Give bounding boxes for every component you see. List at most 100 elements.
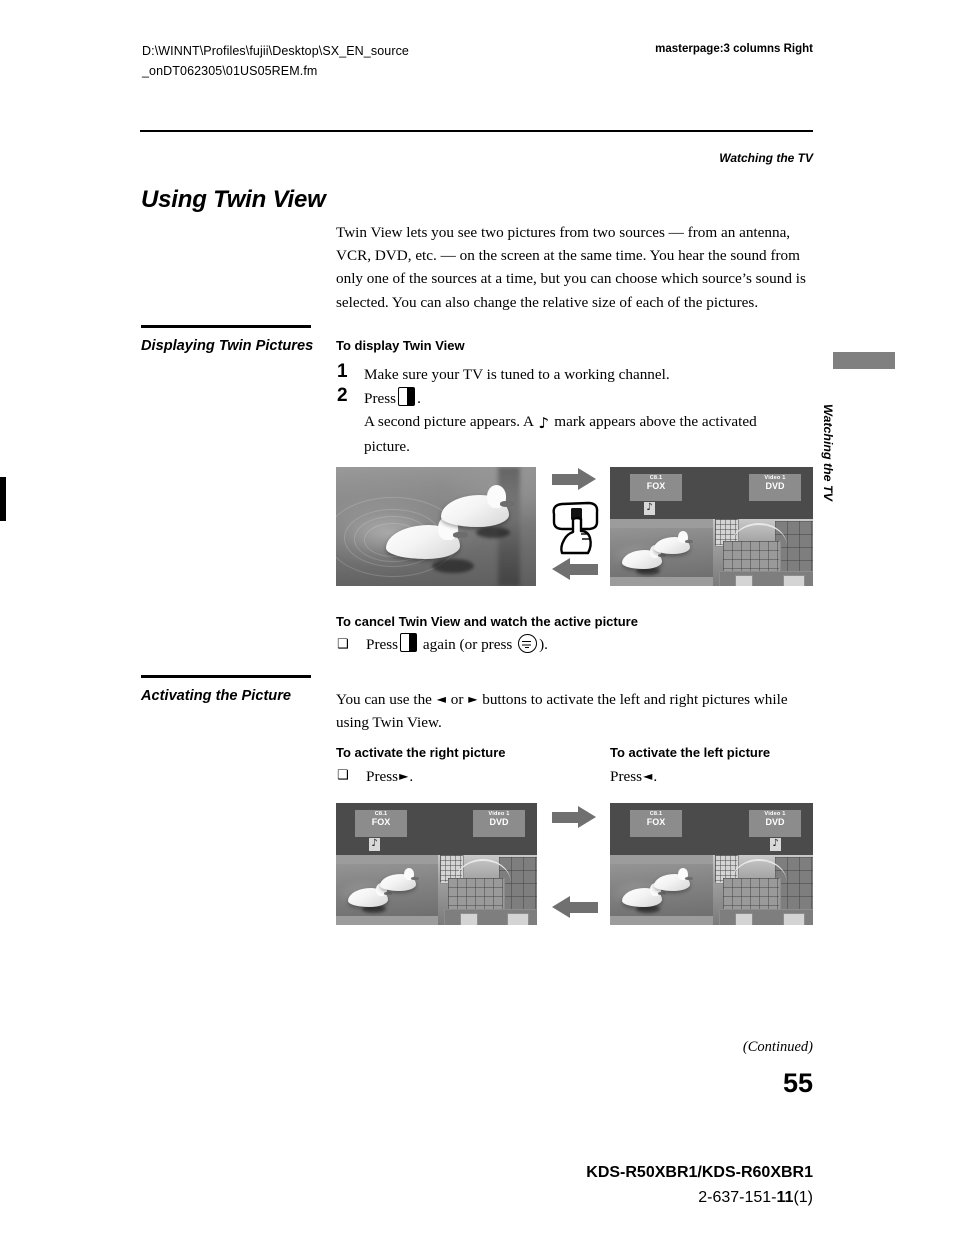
- subhead-activate-left-picture: To activate the left picture: [610, 745, 771, 760]
- tv-active-note-icon-left: ♪: [644, 502, 655, 515]
- section-heading-displaying: Displaying Twin Pictures: [141, 338, 314, 354]
- duck-back: [380, 868, 419, 891]
- activating-body-paragraph: You can use the ◄ or ► buttons to activa…: [336, 688, 814, 734]
- step-2-period: .: [417, 390, 421, 407]
- activate-right-instruction: Press►.: [366, 765, 413, 788]
- duck-front: [348, 883, 392, 907]
- running-head: Watching the TV: [719, 151, 813, 165]
- bullet-square-cancel: ❑: [337, 637, 349, 652]
- tv-left-pane-ducks: [336, 855, 438, 925]
- source-file-path-line2: _onDT062305\01US05REM.fm: [142, 64, 318, 78]
- activating-text-before: You can use the: [336, 691, 432, 708]
- footer-code-suffix: (1): [793, 1189, 813, 1206]
- step-number-2: 2: [337, 385, 348, 406]
- source-file-path-line1: D:\WINNT\Profiles\fujii\Desktop\SX_EN_so…: [142, 44, 409, 58]
- subhead-to-cancel-twin-view: To cancel Twin View and watch the active…: [336, 614, 638, 629]
- activating-or: or: [450, 691, 464, 708]
- activate-left-instruction: Press◄.: [610, 765, 657, 788]
- duck-front: [622, 883, 666, 907]
- masterpage-label: masterpage:3 columns Right: [655, 43, 813, 55]
- footer-model-numbers: KDS-R50XBR1/KDS-R60XBR1: [586, 1164, 813, 1181]
- figure-tv-twinview-1: C8.1 FOX ♪ Video 1 DVD: [610, 467, 813, 586]
- figure-duck-photo: [336, 467, 536, 586]
- footer-code-prefix: 2-637-151-: [698, 1189, 777, 1206]
- duck-shadow: [432, 559, 474, 573]
- figure-tv-active-left: C8.1 FOX ♪ Video 1 DVD: [336, 803, 537, 925]
- duck-back: [441, 485, 514, 527]
- tv-left-channel-name: FOX: [646, 817, 666, 828]
- duck-beak: [453, 532, 468, 538]
- twin-view-icon: [400, 633, 418, 652]
- block-arrow-left-2: [552, 896, 598, 918]
- display-button-icon: [518, 634, 538, 653]
- document-page: D:\WINNT\Profiles\fujii\Desktop\SX_EN_so…: [0, 0, 954, 1235]
- tv-left-source-label: C8.1 FOX: [630, 474, 682, 501]
- twin-view-icon: [398, 387, 416, 406]
- duck-beak: [500, 501, 514, 507]
- cancel-press-label: Press: [366, 636, 399, 653]
- arrow-right-icon: ►: [399, 769, 409, 783]
- block-arrow-right-2: [552, 806, 598, 828]
- duck-back: [654, 868, 693, 891]
- source-file-path: D:\WINNT\Profiles\fujii\Desktop\SX_EN_so…: [142, 41, 472, 81]
- step-2-note: A second picture appears. A ♪ mark appea…: [364, 410, 784, 458]
- activate-right-period: .: [409, 768, 414, 785]
- footer-code-revision: 11: [776, 1189, 794, 1206]
- tv-right-pane-building: [713, 519, 813, 586]
- tv-left-channel-name: FOX: [646, 481, 666, 492]
- continued-note: (Continued): [742, 1039, 813, 1055]
- header-divider: [140, 130, 813, 132]
- tv-right-source-label: Video 1 DVD: [749, 810, 801, 837]
- cancel-middle-label: again (or press: [422, 636, 513, 653]
- tv-right-source-label: Video 1 DVD: [749, 474, 801, 501]
- duck-shadow: [476, 527, 510, 538]
- tv-right-input-name: DVD: [765, 481, 785, 492]
- section-divider-activating: [141, 675, 311, 678]
- page-number: 55: [782, 1068, 813, 1098]
- duck-back: [654, 531, 693, 554]
- arrow-left-icon: ◄: [436, 692, 446, 706]
- tv-screen-mock: C8.1 FOX Video 1 DVD ♪: [610, 803, 813, 925]
- cancel-instruction: Press again (or press ).: [366, 633, 796, 656]
- tv-screen-mock: C8.1 FOX ♪ Video 1 DVD: [610, 467, 813, 586]
- tv-active-note-icon-right: ♪: [770, 838, 781, 851]
- music-note-icon: ♪: [538, 414, 550, 432]
- activate-right-press: Press: [366, 768, 399, 785]
- subhead-to-display-twin-view: To display Twin View: [336, 338, 465, 353]
- section-divider-displaying: [141, 325, 311, 328]
- side-tab-marker: [833, 352, 895, 369]
- step-text-2: Press.: [364, 387, 804, 410]
- subhead-activate-right-picture: To activate the right picture: [336, 745, 506, 760]
- figure-tv-active-right: C8.1 FOX Video 1 DVD ♪: [610, 803, 813, 925]
- step-2-press-label: Press: [364, 390, 397, 407]
- intro-paragraph: Twin View lets you see two pictures from…: [336, 224, 806, 311]
- tv-right-pane-building: [713, 855, 813, 925]
- page-title: Using Twin View: [141, 186, 326, 213]
- hand-press-svg: [552, 501, 599, 555]
- arrow-left-icon: ◄: [643, 769, 653, 783]
- tv-left-pane-ducks: [610, 519, 713, 586]
- step-2-note-before: A second picture appears. A: [364, 413, 534, 430]
- tv-left-source-label: C8.1 FOX: [630, 810, 682, 837]
- tv-right-input-name: DVD: [765, 817, 785, 828]
- tv-right-source-label: Video 1 DVD: [473, 810, 525, 837]
- duck-front: [622, 545, 666, 569]
- side-tab-label: Watching the TV: [821, 404, 835, 501]
- step-number-1: 1: [337, 361, 348, 382]
- tv-screen-mock: C8.1 FOX ♪ Video 1 DVD: [336, 803, 537, 925]
- tv-left-pane-ducks: [610, 855, 713, 925]
- step-text-1: Make sure your TV is tuned to a working …: [364, 366, 670, 383]
- activate-left-period: .: [653, 768, 658, 785]
- water-reed-shadow: [498, 467, 520, 586]
- tv-right-pane-building: [438, 855, 537, 925]
- tv-right-input-name: DVD: [489, 817, 509, 828]
- bullet-square-activate-right: ❑: [337, 768, 349, 783]
- hand-pressing-button-icon: [548, 498, 603, 558]
- side-tab-edge: [0, 477, 6, 521]
- section-heading-activating: Activating the Picture: [141, 688, 292, 704]
- tv-left-source-label: C8.1 FOX: [355, 810, 407, 837]
- footer-document-code: 2-637-151-11(1): [698, 1189, 813, 1207]
- cancel-after-label: ).: [539, 636, 548, 653]
- block-arrow-right-1: [552, 468, 598, 490]
- duck-photo-image: [336, 467, 536, 586]
